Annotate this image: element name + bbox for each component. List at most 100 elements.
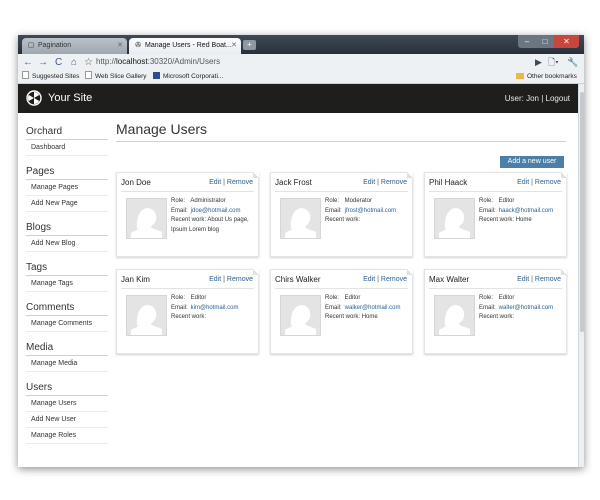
card-actions: Edit | Remove [363,276,407,283]
card-actions: Edit | Remove [363,179,407,186]
sidebar-item-add-new-user[interactable]: Add New User [26,412,108,428]
sidebar-group-title: Orchard [26,126,108,140]
edit-link[interactable]: Edit [363,276,375,283]
bookmarks-bar: Suggested Sites Web Slice Gallery Micros… [18,71,584,84]
user-email-link[interactable]: walker@hotmail.com [345,305,401,311]
user-card: Chirs Walker Edit | Remove Role: Editor Ema… [270,269,413,354]
sidebar-item-dashboard[interactable]: Dashboard [26,140,108,156]
remove-link[interactable]: Remove [227,179,253,186]
scrollbar-thumb[interactable] [580,92,584,332]
user-card: Jon Doe Edit | Remove Role: Administrator E… [116,172,259,257]
browser-window: ▢ Pagination ✕ ✇ Manage Users - Red Boat… [18,35,584,467]
bookmark-microsoft[interactable]: Microsoft Corporati... [153,71,223,83]
role-label: Role: [171,198,186,204]
user-role: Moderator [344,198,373,204]
bookmark-web-slice-gallery[interactable]: Web Slice Gallery [85,71,147,83]
remove-link[interactable]: Remove [227,276,253,283]
remove-link[interactable]: Remove [535,179,561,186]
user-details: Role: Editor Email: haack@hotmail.com Rece… [479,196,563,226]
sidebar-item-add-new-blog[interactable]: Add New Blog [26,236,108,252]
back-arrow-icon[interactable]: ← [23,56,33,69]
recent-work-label: Recent work: [479,314,515,320]
edit-link[interactable]: Edit [363,179,375,186]
edit-link[interactable]: Edit [517,179,529,186]
sidebar-group-title: Comments [26,302,108,316]
sidebar-item-manage-tags[interactable]: Manage Tags [26,276,108,292]
user-name: Max Walter [429,275,470,284]
email-label: Email: [325,305,342,311]
sidebar-item-manage-pages[interactable]: Manage Pages [26,180,108,196]
close-window-button[interactable]: ✕ [554,35,579,48]
close-tab-icon[interactable]: ✕ [231,41,237,49]
user-email-link[interactable]: jdoe@hotmail.com [191,208,241,214]
card-actions: Edit | Remove [517,276,561,283]
email-label: Email: [171,208,188,214]
role-label: Role: [325,198,340,204]
add-new-user-button[interactable]: Add a new user [500,156,564,168]
avatar-placeholder [126,295,167,336]
card-divider [275,191,408,192]
other-bookmarks[interactable]: Other bookmarks [516,71,577,83]
user-name: Jan Kim [121,275,150,284]
tab-manage-users[interactable]: ✇ Manage Users - Red Boat... ✕ [129,38,241,54]
user-card: Jan Kim Edit | Remove Role: Editor Email: k… [116,269,259,354]
user-details: Role: Editor Email: kim@hotmail.com Recent… [171,293,255,323]
msn-icon [153,72,160,79]
address-bar[interactable]: http://localhost:30320/Admin/Users [96,56,526,67]
recent-work-label: Recent work: [479,217,515,223]
tab-pagination[interactable]: ▢ Pagination ✕ [22,38,127,54]
bookmark-suggested-sites[interactable]: Suggested Sites [22,71,79,83]
orchard-logo-icon [26,90,42,106]
vertical-scrollbar[interactable] [578,84,584,467]
user-name: Jack Frost [275,178,312,187]
admin-sidebar: Orchard Dashboard Pages Manage Pages Add New… [26,126,108,454]
email-label: Email: [171,305,188,311]
sidebar-item-add-new-page[interactable]: Add New Page [26,196,108,212]
edit-link[interactable]: Edit [517,276,529,283]
close-tab-icon[interactable]: ✕ [117,41,123,49]
recent-work-value: Home [515,217,532,223]
avatar-placeholder [126,198,167,239]
card-divider [429,288,562,289]
folder-icon [516,73,524,79]
user-role: Editor [190,295,207,301]
new-tab-button[interactable]: + [243,40,256,50]
page-icon: ▢ [27,42,35,49]
maximize-button[interactable]: □ [536,35,554,48]
sidebar-group-title: Media [26,342,108,356]
site-title[interactable]: Your Site [48,92,92,104]
edit-link[interactable]: Edit [209,276,221,283]
minimize-button[interactable]: – [518,35,536,48]
sidebar-group-blogs: Blogs Add New Blog [26,222,108,252]
reload-icon[interactable]: C [55,56,62,69]
sidebar-item-manage-media[interactable]: Manage Media [26,356,108,372]
user-name: Chirs Walker [275,275,321,284]
wrench-icon[interactable]: 🔧 [567,56,578,68]
edit-link[interactable]: Edit [209,179,221,186]
user-email-link[interactable]: kim@hotmail.com [191,305,239,311]
user-email-link[interactable]: walter@hotmail.com [499,305,553,311]
sidebar-group-title: Pages [26,166,108,180]
card-actions: Edit | Remove [209,276,253,283]
user-email-link[interactable]: jfrost@hotmail.com [345,208,396,214]
remove-link[interactable]: Remove [381,179,407,186]
star-icon[interactable]: ☆ [84,56,93,69]
home-icon[interactable]: ⌂ [71,56,77,69]
user-prefix: User: [504,94,527,103]
remove-link[interactable]: Remove [535,276,561,283]
forward-arrow-icon[interactable]: → [38,56,48,69]
url-host: localhost [116,57,148,66]
sidebar-item-manage-comments[interactable]: Manage Comments [26,316,108,332]
url-scheme: http:// [96,57,117,66]
card-divider [121,288,254,289]
page-menu-icon[interactable]: 🗋▾ [548,56,559,68]
user-card: Jack Frost Edit | Remove Role: Moderator Em… [270,172,413,257]
play-icon[interactable]: ▶ [535,56,542,68]
remove-link[interactable]: Remove [381,276,407,283]
card-actions: Edit | Remove [517,179,561,186]
sidebar-item-manage-users[interactable]: Manage Users [26,396,108,412]
user-email-link[interactable]: haack@hotmail.com [499,208,553,214]
logout-link[interactable]: Logout [546,94,570,103]
sidebar-item-manage-roles[interactable]: Manage Roles [26,428,108,444]
role-label: Role: [325,295,340,301]
